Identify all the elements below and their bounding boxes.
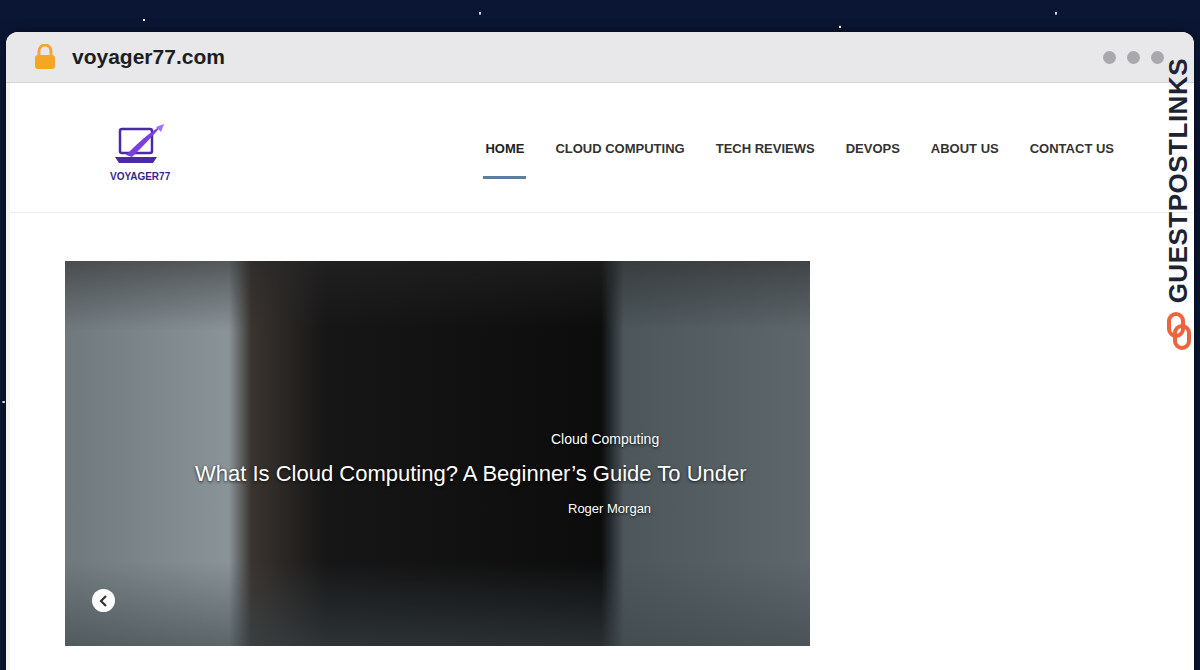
nav-item[interactable]: TECH REVIEWS	[714, 127, 817, 179]
chevron-left-icon	[98, 595, 110, 607]
nav-item[interactable]: HOME	[483, 127, 526, 179]
url-text[interactable]: voyager77.com	[72, 45, 225, 69]
slider-prev-button[interactable]	[92, 589, 115, 612]
hero-category[interactable]: Cloud Computing	[551, 431, 747, 447]
window-dot-icon[interactable]	[1127, 51, 1140, 64]
link-logo-icon	[1166, 311, 1192, 351]
site-header: VOYAGER77 HOME CLOUD COMPUTING TECH REVIEWS…	[10, 83, 1194, 213]
hero-author[interactable]: Roger Morgan	[568, 501, 747, 516]
hero-slider[interactable]: Cloud Computing What Is Cloud Computing? …	[65, 261, 810, 646]
window-dot-icon[interactable]	[1151, 51, 1164, 64]
website: VOYAGER77 HOME CLOUD COMPUTING TECH REVIEWS…	[6, 83, 1194, 670]
nav-item[interactable]: CONTACT US	[1028, 127, 1116, 179]
content: Cloud Computing What Is Cloud Computing? …	[10, 213, 1194, 670]
browser-window: voyager77.com VOYAGER77 HOME CLOUD COMPUTIN…	[6, 32, 1194, 670]
nav-item[interactable]: CLOUD COMPUTING	[553, 127, 686, 179]
address-bar: voyager77.com	[6, 32, 1194, 83]
lock-icon	[34, 44, 56, 70]
watermark: GUESTPOSTLINKS	[1163, 58, 1194, 351]
window-controls	[1103, 51, 1164, 64]
logo-text: VOYAGER77	[110, 171, 170, 182]
site-logo[interactable]: VOYAGER77	[110, 123, 170, 182]
hero-title[interactable]: What Is Cloud Computing? A Beginner’s Gu…	[195, 461, 747, 487]
watermark-text: GUESTPOSTLINKS	[1163, 58, 1194, 303]
page: voyager77.com VOYAGER77 HOME CLOUD COMPUTIN…	[0, 0, 1200, 670]
nav-item[interactable]: DEVOPS	[844, 127, 902, 179]
nav-item[interactable]: ABOUT US	[929, 127, 1001, 179]
main-nav: HOME CLOUD COMPUTING TECH REVIEWS DEVOPS ABO…	[483, 127, 1116, 179]
hero-caption: Cloud Computing What Is Cloud Computing? …	[65, 391, 747, 516]
window-dot-icon[interactable]	[1103, 51, 1116, 64]
laptop-logo-icon	[112, 123, 168, 169]
